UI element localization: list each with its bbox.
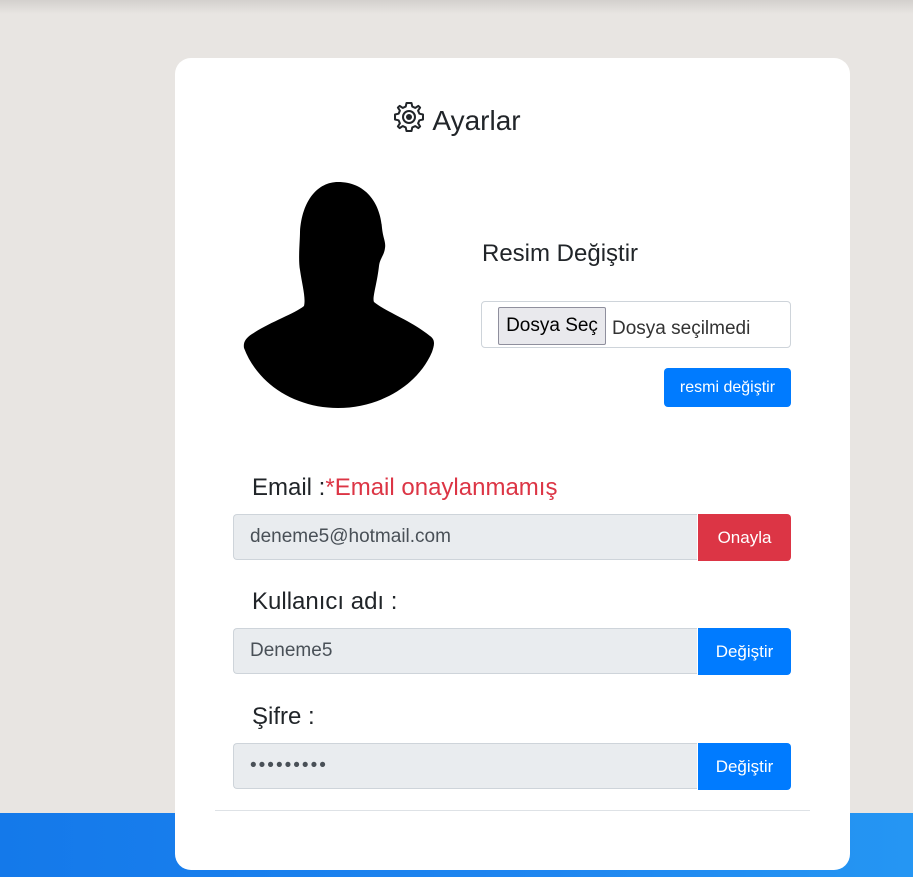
gear-icon	[392, 100, 426, 141]
page-title-text: Ayarlar	[432, 104, 521, 136]
user-silhouette-icon	[240, 180, 436, 410]
top-bar-shadow	[0, 0, 913, 14]
password-label: Şifre :	[252, 703, 315, 730]
change-photo-button[interactable]: resmi değiştir	[664, 368, 791, 407]
change-password-button[interactable]: Değiştir	[698, 743, 791, 790]
username-field[interactable]: Deneme5	[233, 628, 697, 674]
change-photo-label: Resim Değiştir	[482, 240, 639, 267]
file-status-text: Dosya seçilmedi	[612, 318, 751, 339]
verify-email-button[interactable]: Onayla	[698, 514, 791, 561]
email-unverified-warning: *Email onaylanmamış	[325, 474, 558, 501]
page-title: Ayarlar	[0, 100, 913, 141]
card-divider	[215, 810, 810, 811]
choose-file-button[interactable]: Dosya Seç	[498, 307, 606, 345]
email-field[interactable]: deneme5@hotmail.com	[233, 514, 697, 560]
password-field[interactable]: •••••••••	[233, 743, 697, 789]
change-username-button[interactable]: Değiştir	[698, 628, 791, 675]
username-label: Kullanıcı adı :	[252, 588, 398, 615]
file-input[interactable]: Dosya Seç Dosya seçilmedi	[481, 301, 791, 348]
email-label-text: Email :	[252, 474, 326, 501]
email-label: Email :*Email onaylanmamış	[252, 474, 557, 502]
